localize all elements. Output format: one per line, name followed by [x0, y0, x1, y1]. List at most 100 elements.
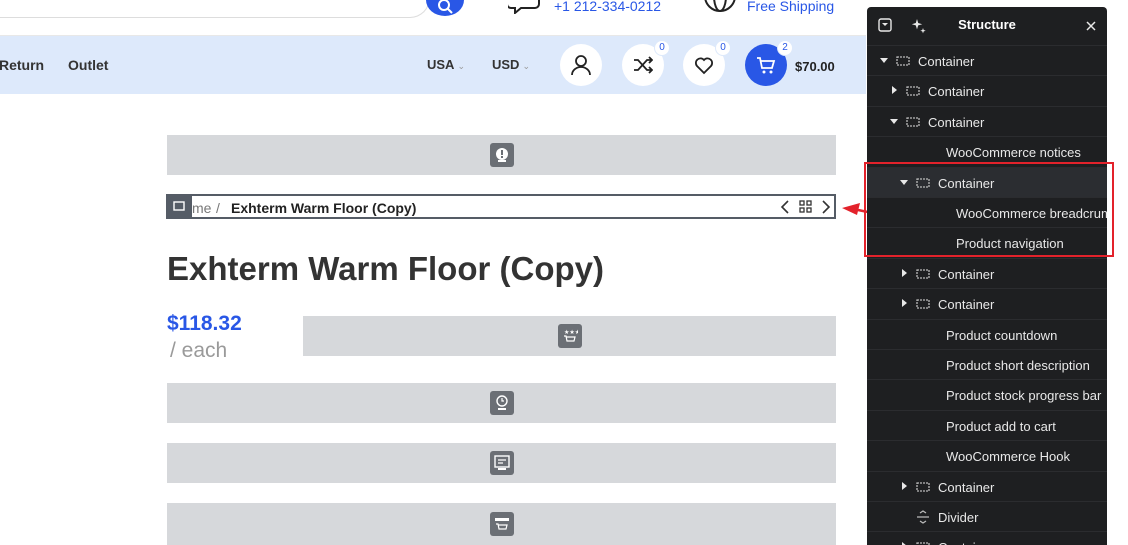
caret-right-icon[interactable] [889, 85, 899, 95]
container-icon [916, 299, 930, 309]
breadcrumb-home[interactable]: me [192, 200, 211, 216]
caret-right-icon[interactable] [899, 298, 909, 308]
tree-row-label: Container [928, 84, 985, 100]
divider-icon [917, 510, 929, 524]
container-icon [906, 86, 920, 97]
tree-row-label: Divider [938, 510, 979, 525]
svg-text:★★★: ★★★ [564, 329, 578, 336]
chevron-down-icon: ⌄ [522, 61, 530, 71]
main-nav-bar: Return Outlet USA ⌄ USD ⌄ 0 0 2 $70.00 [0, 36, 866, 94]
stock-widget-icon [489, 512, 514, 536]
breadcrumb-separator: / [216, 200, 220, 216]
tree-row-label: Product stock progress bar [946, 388, 1102, 404]
next-product-button[interactable] [821, 200, 831, 217]
wishlist-button[interactable]: 0 [683, 40, 731, 86]
currency-value: USD [492, 57, 520, 72]
stock-bar-placeholder[interactable] [167, 503, 836, 545]
tree-row-label: Container [928, 114, 985, 130]
tree-row[interactable]: Container [867, 531, 1107, 545]
breadcrumb-current: Exhterm Warm Floor (Copy) [231, 200, 417, 216]
tree-row-label: Product short description [946, 358, 1090, 373]
cart-icon [757, 57, 776, 74]
panel-header: Structure [867, 7, 1107, 45]
caret-down-icon[interactable] [879, 55, 889, 65]
price-unit: / each [170, 339, 228, 362]
compare-count-badge: 0 [654, 40, 670, 56]
notice-widget-icon [489, 143, 514, 167]
rating-placeholder[interactable]: ★★★ [303, 316, 836, 356]
search-button[interactable] [426, 0, 464, 16]
description-placeholder[interactable] [167, 443, 836, 483]
user-icon [571, 55, 591, 75]
tree-row[interactable]: Product add to cart [867, 409, 1107, 440]
cart-button[interactable]: 2 [745, 40, 793, 86]
phone-number[interactable]: +1 212-334-0212 [554, 0, 661, 14]
shuffle-icon [634, 56, 653, 74]
tree-row-label: Container [938, 479, 995, 495]
search-input[interactable] [0, 0, 430, 18]
description-widget-icon [489, 451, 514, 475]
cart-total[interactable]: $70.00 [795, 59, 835, 74]
chevron-down-icon: ⌄ [457, 61, 465, 71]
tree-row[interactable]: Product stock progress bar [867, 379, 1107, 409]
container-icon [916, 269, 930, 279]
tree-row[interactable]: Product countdown [867, 318, 1107, 349]
prev-product-button[interactable] [780, 200, 790, 217]
nav-link-return[interactable]: Return [0, 57, 44, 73]
element-handle[interactable] [166, 194, 192, 219]
grid-icon [799, 200, 812, 213]
chevron-right-icon [822, 200, 831, 214]
tree-row[interactable]: Container [867, 470, 1107, 501]
tree-row[interactable]: Container [867, 105, 1107, 136]
tree-row-label: Container [938, 266, 995, 282]
tree-row[interactable]: Container [867, 288, 1107, 318]
free-shipping-link[interactable]: Free Shipping [747, 0, 834, 14]
tree-row-label: Container [938, 540, 994, 545]
tree-row-label: Product countdown [946, 327, 1058, 343]
caret-right-icon[interactable] [899, 268, 909, 278]
wishlist-count-badge: 0 [715, 40, 731, 56]
container-icon [896, 56, 910, 66]
globe-icon [704, 0, 736, 12]
country-select[interactable]: USA ⌄ [427, 57, 465, 72]
container-icon [906, 117, 920, 127]
caret-right-icon[interactable] [899, 481, 909, 491]
chat-icon [508, 0, 540, 14]
tree-row[interactable]: Container [867, 45, 1107, 75]
close-panel-button[interactable] [1085, 19, 1097, 37]
caret-right-icon[interactable] [899, 541, 909, 545]
product-price: $118.32 [167, 312, 242, 335]
tree-row[interactable]: Divider [867, 501, 1107, 531]
breadcrumb-container[interactable]: me / Exhterm Warm Floor (Copy) [166, 194, 836, 219]
heart-icon [695, 57, 713, 75]
countdown-widget-icon [489, 391, 514, 415]
nav-link-outlet[interactable]: Outlet [68, 57, 108, 73]
container-icon [916, 481, 930, 492]
top-header: +1 212-334-0212 Free Shipping [0, 0, 866, 36]
chevron-left-icon [780, 200, 789, 214]
product-title: Exhterm Warm Floor (Copy) [167, 250, 604, 287]
close-icon [1086, 21, 1096, 31]
country-value: USA [427, 57, 455, 72]
compare-button[interactable]: 0 [622, 40, 670, 86]
notices-placeholder[interactable] [167, 135, 836, 175]
tree-row[interactable]: Container [867, 257, 1107, 288]
all-products-button[interactable] [799, 200, 812, 216]
tree-row-label: Product add to cart [946, 418, 1056, 434]
countdown-placeholder[interactable] [167, 383, 836, 423]
account-button[interactable] [560, 44, 602, 86]
currency-select[interactable]: USD ⌄ [492, 57, 530, 72]
tree-row-label: WooCommerce notices [946, 145, 1081, 161]
panel-title: Structure [958, 17, 1016, 32]
rating-widget-icon: ★★★ [557, 324, 582, 348]
container-icon [173, 201, 185, 211]
caret-down-icon[interactable] [889, 116, 899, 126]
tree-row[interactable]: Product short description [867, 349, 1107, 379]
tree-row-label: WooCommerce Hook [946, 449, 1071, 465]
tree-row[interactable]: Container [867, 75, 1107, 105]
tree-row[interactable]: WooCommerce Hook [867, 440, 1107, 470]
search-icon [438, 0, 453, 14]
highlight-annotation [864, 162, 1114, 257]
structure-panel: Structure Container Container Container Woo… [867, 7, 1107, 545]
tree-row-label: Container [938, 297, 995, 313]
